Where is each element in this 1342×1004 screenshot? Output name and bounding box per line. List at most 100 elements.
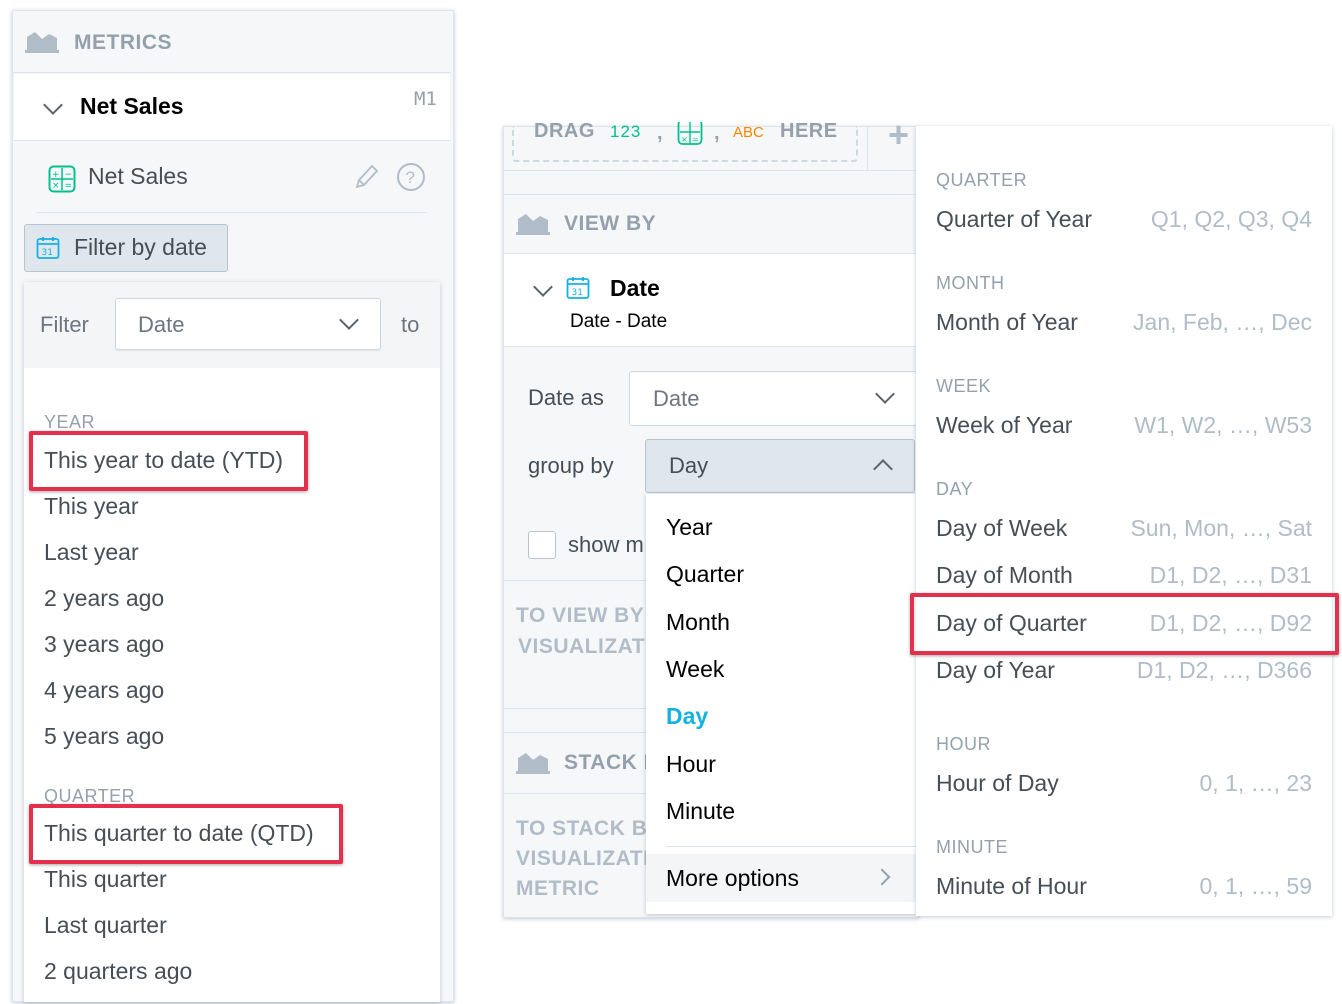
more-options-separator: [666, 846, 916, 847]
measure-name: Net Sales: [88, 163, 188, 189]
date-bucket-subtitle: Date - Date: [570, 311, 668, 332]
svg-text:31: 31: [42, 248, 53, 258]
bucket-title: Net Sales: [80, 93, 184, 119]
filter-by-date-label: Filter by date: [74, 234, 207, 260]
more-section-header: QUARTER: [936, 170, 1028, 190]
calendar-icon: 31: [566, 277, 590, 299]
group-by-dropdown: Year Quarter Month Week Day Hour Minute More o…: [646, 494, 916, 914]
more-option-example: Sun, Mon, …, Sat: [1130, 515, 1312, 541]
more-section-header: WEEK: [936, 376, 992, 396]
filter-select[interactable]: Date: [115, 298, 381, 350]
group-option[interactable]: Minute: [666, 798, 735, 825]
plus-icon[interactable]: +: [888, 114, 909, 156]
area-chart-icon: [516, 214, 550, 235]
drag-abc-icon: ABC: [733, 124, 764, 141]
filter-label: Filter: [40, 312, 89, 337]
more-option-example: Q1, Q2, Q3, Q4: [1150, 206, 1312, 232]
year-section-header: YEAR: [44, 412, 96, 432]
area-chart-icon: [516, 753, 550, 774]
more-option-example: Jan, Feb, …, Dec: [1133, 309, 1312, 335]
chevron-right-icon: [873, 868, 891, 886]
bucket-item-header[interactable]: Net Sales M1: [14, 74, 450, 141]
more-option-label[interactable]: Minute of Hour: [936, 873, 1087, 900]
more-option-example: W1, W2, …, W53: [1134, 412, 1312, 438]
chevron-down-icon: [875, 384, 895, 404]
group-option[interactable]: Hour: [666, 751, 716, 778]
year-option[interactable]: 4 years ago: [44, 677, 164, 704]
measure-row: + − × = Net Sales ?: [14, 142, 450, 217]
more-option-example: D1, D2, …, D31: [1149, 562, 1312, 589]
svg-text:−: −: [65, 170, 73, 180]
year-option[interactable]: Last year: [44, 539, 139, 566]
stack-by-label: STACK E: [564, 751, 659, 774]
to-stack-hint-2: VISUALIZATI: [516, 847, 650, 870]
group-by-value: Day: [669, 453, 709, 478]
date-as-label: Date as: [528, 385, 604, 410]
svg-text:?: ?: [406, 168, 415, 187]
date-filter-dropdown: Filter Date to YEAR This year to date (Y…: [24, 282, 440, 1002]
calculator-icon: + − × =: [48, 165, 76, 193]
svg-text:+: +: [52, 170, 60, 180]
calendar-icon: 31: [36, 237, 60, 259]
highlight-qtd: [29, 804, 343, 864]
filter-by-date-button[interactable]: 31 Filter by date: [24, 224, 228, 272]
group-option[interactable]: Month: [666, 609, 730, 636]
year-option[interactable]: 5 years ago: [44, 723, 164, 750]
more-option-label[interactable]: Month of Year: [936, 309, 1078, 336]
to-view-hint-1: TO VIEW BY: [516, 604, 645, 627]
drag-drop-zone[interactable]: DRAG 123 , × = , ABC HERE: [512, 120, 858, 162]
bucket-tag: M1: [414, 88, 437, 110]
view-by-label: VIEW BY: [564, 212, 657, 235]
date-bucket-title: Date: [610, 275, 660, 301]
more-option-label[interactable]: Week of Year: [936, 412, 1072, 439]
more-section-header: DAY: [936, 479, 974, 499]
show-checkbox[interactable]: [528, 531, 556, 559]
metrics-header: METRICS: [13, 11, 451, 73]
year-option[interactable]: 3 years ago: [44, 631, 164, 658]
highlight-day-of-quarter: [910, 593, 1339, 655]
more-options-flyout: QUARTER Quarter of Year Q1, Q2, Q3, Q4 MONT…: [916, 126, 1332, 916]
to-stack-hint-1: TO STACK BY: [516, 817, 662, 840]
svg-text:=: =: [65, 181, 73, 191]
more-option-label[interactable]: Day of Week: [936, 515, 1067, 542]
drag-here: HERE: [780, 120, 838, 142]
group-option[interactable]: Week: [666, 656, 724, 683]
divider: [36, 212, 426, 213]
date-as-value: Date: [653, 386, 700, 411]
filter-config-row: Filter Date to: [24, 282, 440, 368]
more-options-label: More options: [666, 865, 799, 891]
view-by-header: VIEW BY: [504, 194, 916, 254]
more-section-header: MONTH: [936, 273, 1005, 293]
more-option-example: D1, D2, …, D366: [1136, 656, 1312, 683]
year-option[interactable]: 2 years ago: [44, 585, 164, 612]
show-checkbox-label: show m: [568, 532, 644, 557]
group-by-label: group by: [528, 453, 614, 478]
quarter-option[interactable]: This quarter: [44, 866, 167, 893]
filter-select-value: Date: [138, 312, 185, 337]
group-by-select[interactable]: Day: [645, 439, 915, 493]
group-option[interactable]: Quarter: [666, 561, 744, 588]
date-bucket-item[interactable]: 31 Date Date - Date: [504, 254, 916, 347]
highlight-ytd: [29, 431, 308, 491]
chevron-down-icon: [533, 277, 553, 297]
quarter-option[interactable]: 2 quarters ago: [44, 958, 192, 985]
group-option[interactable]: Day: [666, 703, 708, 730]
svg-text:×: ×: [52, 181, 60, 191]
quarter-option[interactable]: Last quarter: [44, 912, 167, 939]
metrics-header-label: METRICS: [74, 31, 172, 54]
more-option-label[interactable]: Hour of Day: [936, 770, 1059, 797]
svg-text:=: =: [692, 135, 699, 144]
svg-text:×: ×: [681, 135, 688, 144]
more-option-label[interactable]: Quarter of Year: [936, 206, 1092, 233]
more-option-label[interactable]: Day of Month: [936, 562, 1073, 589]
more-section-header: HOUR: [936, 734, 991, 754]
pencil-icon[interactable]: [352, 162, 380, 192]
more-option-label[interactable]: Day of Year: [936, 657, 1055, 684]
more-options-item[interactable]: More options: [646, 854, 916, 902]
help-icon[interactable]: ?: [396, 162, 426, 192]
more-section-header: MINUTE: [936, 837, 1008, 857]
area-chart-icon: [25, 32, 59, 53]
date-as-select[interactable]: Date: [629, 371, 917, 426]
group-option[interactable]: Year: [666, 514, 712, 541]
year-option[interactable]: This year: [44, 493, 139, 520]
